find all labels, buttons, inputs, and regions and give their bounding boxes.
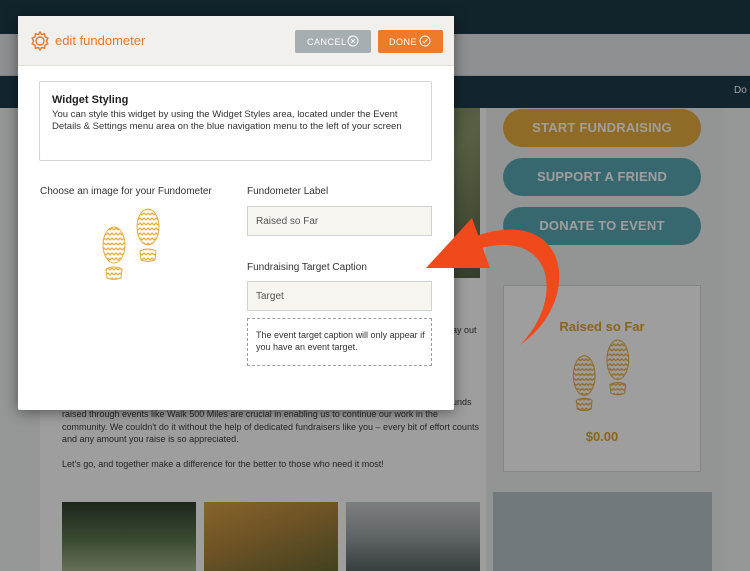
image-chooser-label: Choose an image for your Fundometer (40, 186, 212, 197)
footprints-icon[interactable] (98, 207, 164, 292)
cancel-button-label: CANCEL (307, 37, 347, 47)
done-button[interactable]: DONE (378, 30, 443, 53)
info-box-text: You can style this widget by using the W… (52, 109, 402, 132)
target-caption-note-text: The event target caption will only appea… (256, 330, 425, 352)
widget-styling-info-box: Widget Styling You can style this widget… (39, 81, 432, 161)
info-box-title: Widget Styling (52, 94, 129, 106)
cancel-button[interactable]: CANCEL (295, 30, 371, 53)
gear-icon (31, 30, 49, 52)
close-circle-icon (347, 35, 359, 47)
fundometer-label-input[interactable] (247, 206, 432, 236)
done-button-label: DONE (389, 37, 418, 47)
target-caption-input[interactable] (247, 281, 432, 311)
modal-header: edit fundometer CANCEL DONE (18, 16, 454, 66)
check-circle-icon (419, 35, 431, 47)
target-caption-field-label: Fundraising Target Caption (247, 262, 367, 273)
fundometer-label-field-label: Fundometer Label (247, 186, 329, 197)
modal-title: edit fundometer (55, 33, 146, 48)
edit-fundometer-modal: edit fundometer CANCEL DONE Widget Styli… (18, 16, 454, 410)
target-caption-note: The event target caption will only appea… (247, 318, 432, 366)
